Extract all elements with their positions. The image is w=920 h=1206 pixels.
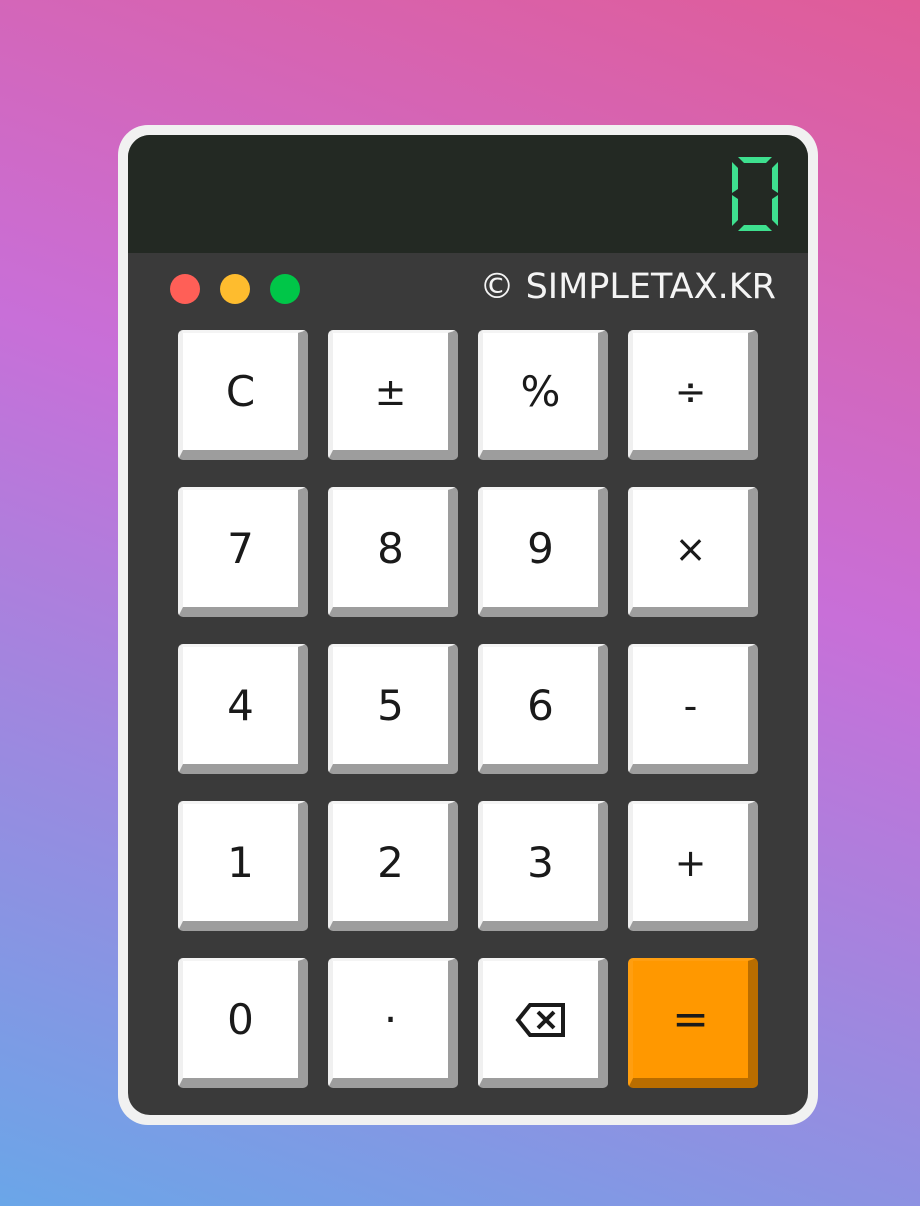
segment-bottom-right [772,195,778,226]
clear-button[interactable]: C [178,330,308,460]
digit-3-button[interactable]: 3 [478,801,608,931]
segment-top [738,157,772,163]
digit-2-button[interactable]: 2 [328,801,458,931]
keypad: C ± % ÷ 7 8 9 × 4 5 6 - 1 2 3 + 0 · = [178,330,758,1090]
percent-button[interactable]: % [478,330,608,460]
segment-top-right [772,162,778,193]
segment-bottom [738,225,772,231]
multiply-button[interactable]: × [628,487,758,617]
digit-5-button[interactable]: 5 [328,644,458,774]
digit-1-button[interactable]: 1 [178,801,308,931]
decimal-point-button[interactable]: · [328,958,458,1088]
digit-7-button[interactable]: 7 [178,487,308,617]
display-panel [128,135,808,253]
plus-minus-button[interactable]: ± [328,330,458,460]
backspace-icon [514,1002,565,1037]
segment-bottom-left [732,195,738,226]
brand-label: © SIMPLETAX.KR [479,267,776,307]
segment-top-left [732,162,738,193]
digit-6-button[interactable]: 6 [478,644,608,774]
digit-4-button[interactable]: 4 [178,644,308,774]
digit-8-button[interactable]: 8 [328,487,458,617]
minimize-window-dot[interactable] [220,274,250,304]
backspace-button[interactable] [478,958,608,1088]
display-value [732,157,778,231]
digit-0-button[interactable]: 0 [178,958,308,1088]
add-button[interactable]: + [628,801,758,931]
divide-button[interactable]: ÷ [628,330,758,460]
calculator-frame: © SIMPLETAX.KR C ± % ÷ 7 8 9 × 4 5 6 - 1… [118,125,818,1125]
close-window-dot[interactable] [170,274,200,304]
maximize-window-dot[interactable] [270,274,300,304]
subtract-button[interactable]: - [628,644,758,774]
calculator-body: © SIMPLETAX.KR C ± % ÷ 7 8 9 × 4 5 6 - 1… [128,135,808,1115]
digit-9-button[interactable]: 9 [478,487,608,617]
header-row: © SIMPLETAX.KR [128,253,808,331]
equals-button[interactable]: = [628,958,758,1088]
